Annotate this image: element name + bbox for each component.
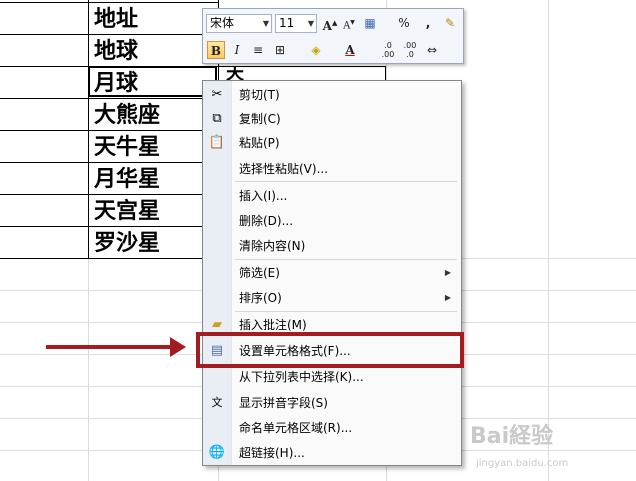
menu-item-label: 插入(I)... bbox=[239, 189, 288, 203]
menu-item-label: 粘贴(P) bbox=[239, 136, 280, 150]
column-divider bbox=[548, 0, 549, 481]
submenu-arrow-icon: ▶ bbox=[444, 293, 451, 302]
chevron-down-icon: ▼ bbox=[262, 19, 269, 28]
menu-item-clear-contents[interactable]: 清除内容(N) bbox=[205, 234, 459, 258]
menu-item-label: 删除(D)... bbox=[239, 214, 294, 228]
context-menu: ✂ 剪切(T) ⧉ 复制(C) 📋 粘贴(P) 选择性粘贴(V)... 插入(I… bbox=[202, 80, 462, 466]
active-cell-selection[interactable] bbox=[88, 66, 217, 97]
fill-color-icon[interactable]: ◈ bbox=[307, 41, 325, 59]
scissors-icon: ✂ bbox=[211, 87, 223, 102]
baidu-watermark: Bai経验 bbox=[470, 424, 554, 449]
annotation-arrow-shaft bbox=[46, 345, 174, 349]
bold-button[interactable]: B bbox=[207, 41, 225, 59]
italic-button[interactable]: I bbox=[228, 41, 246, 59]
menu-separator bbox=[235, 259, 457, 260]
menu-item-define-name[interactable]: 命名单元格区域(R)... bbox=[205, 416, 459, 440]
grow-font-icon[interactable]: A▲ bbox=[321, 14, 339, 33]
cell-tiangong[interactable]: 天宫星 bbox=[94, 195, 160, 227]
chevron-down-icon: ▼ bbox=[307, 19, 314, 28]
cell-border bbox=[88, 0, 89, 258]
menu-item-filter[interactable]: 筛选(E) ▶ bbox=[205, 261, 459, 285]
increase-decimal-icon[interactable]: .0.00 bbox=[379, 41, 397, 59]
hyperlink-icon: 🌐 bbox=[208, 445, 226, 460]
menu-separator bbox=[235, 181, 457, 182]
menu-separator bbox=[235, 311, 457, 312]
align-center-icon[interactable]: ≡ bbox=[249, 41, 267, 59]
percent-style-button[interactable]: % bbox=[395, 14, 413, 32]
merge-center-icon[interactable]: ⇔ bbox=[423, 41, 441, 59]
copy-icon: ⧉ bbox=[212, 111, 222, 126]
paste-icon: 📋 bbox=[208, 135, 226, 150]
font-name-value: 宋体 bbox=[210, 16, 235, 30]
font-size-combo[interactable]: 11 ▼ bbox=[275, 14, 317, 33]
menu-item-delete[interactable]: 删除(D)... bbox=[205, 209, 459, 233]
shrink-font-icon[interactable]: A▼ bbox=[340, 14, 358, 32]
menu-item-label: 排序(O) bbox=[239, 291, 282, 305]
menu-item-hyperlink[interactable]: 🌐 超链接(H)... bbox=[205, 441, 459, 465]
format-cells-highlight-box bbox=[196, 332, 464, 368]
mini-format-toolbar: 宋体 ▼ 11 ▼ A▲ A▼ ▦ % , ✎ B I ≡ ⊞ ◈ A .0.0… bbox=[202, 8, 464, 64]
adjacent-cell-text: 天 bbox=[226, 66, 244, 81]
font-color-button[interactable]: A bbox=[341, 41, 359, 59]
menu-item-cut[interactable]: ✂ 剪切(T) bbox=[205, 83, 459, 107]
cell-ursa-major[interactable]: 大熊座 bbox=[94, 99, 160, 131]
menu-item-paste[interactable]: 📋 粘贴(P) bbox=[205, 131, 459, 155]
comma-style-button[interactable]: , bbox=[419, 14, 437, 32]
menu-item-label: 命名单元格区域(R)... bbox=[239, 421, 353, 435]
decrease-decimal-icon[interactable]: .00.0 bbox=[401, 41, 419, 59]
submenu-arrow-icon: ▶ bbox=[444, 268, 451, 277]
cell-earth[interactable]: 地球 bbox=[94, 35, 138, 67]
menu-item-label: 选择性粘贴(V)... bbox=[239, 162, 329, 176]
menu-item-show-pinyin[interactable]: 文 显示拼音字段(S) bbox=[205, 391, 459, 415]
menu-item-paste-special[interactable]: 选择性粘贴(V)... bbox=[205, 157, 459, 181]
accounting-format-icon[interactable]: ▦ bbox=[361, 14, 379, 32]
cell-luosha[interactable]: 罗沙星 bbox=[94, 227, 160, 259]
format-painter-icon[interactable]: ✎ bbox=[441, 14, 459, 32]
menu-item-label: 从下拉列表中选择(K)... bbox=[239, 370, 364, 384]
cell-address-header[interactable]: 地址 bbox=[94, 3, 138, 35]
menu-item-label: 剪切(T) bbox=[239, 88, 280, 102]
menu-item-label: 复制(C) bbox=[239, 112, 281, 126]
borders-icon[interactable]: ⊞ bbox=[271, 41, 289, 59]
menu-item-sort[interactable]: 排序(O) ▶ bbox=[205, 286, 459, 310]
cell-yuehua[interactable]: 月华星 bbox=[94, 163, 160, 195]
menu-item-label: 清除内容(N) bbox=[239, 239, 306, 253]
pinyin-icon: 文 bbox=[211, 396, 223, 409]
menu-item-pick-from-list[interactable]: 从下拉列表中选择(K)... bbox=[205, 365, 459, 389]
font-name-combo[interactable]: 宋体 ▼ bbox=[206, 14, 272, 33]
menu-item-label: 显示拼音字段(S) bbox=[239, 396, 328, 410]
menu-item-label: 筛选(E) bbox=[239, 266, 280, 280]
font-size-value: 11 bbox=[279, 16, 295, 30]
annotation-arrow-head-icon bbox=[170, 337, 186, 357]
menu-item-copy[interactable]: ⧉ 复制(C) bbox=[205, 107, 459, 131]
menu-item-insert[interactable]: 插入(I)... bbox=[205, 184, 459, 208]
baidu-watermark-url: jingyan.baidu.com bbox=[476, 458, 569, 469]
menu-item-label: 超链接(H)... bbox=[239, 446, 305, 460]
cell-tianniu[interactable]: 天牛星 bbox=[94, 131, 160, 163]
